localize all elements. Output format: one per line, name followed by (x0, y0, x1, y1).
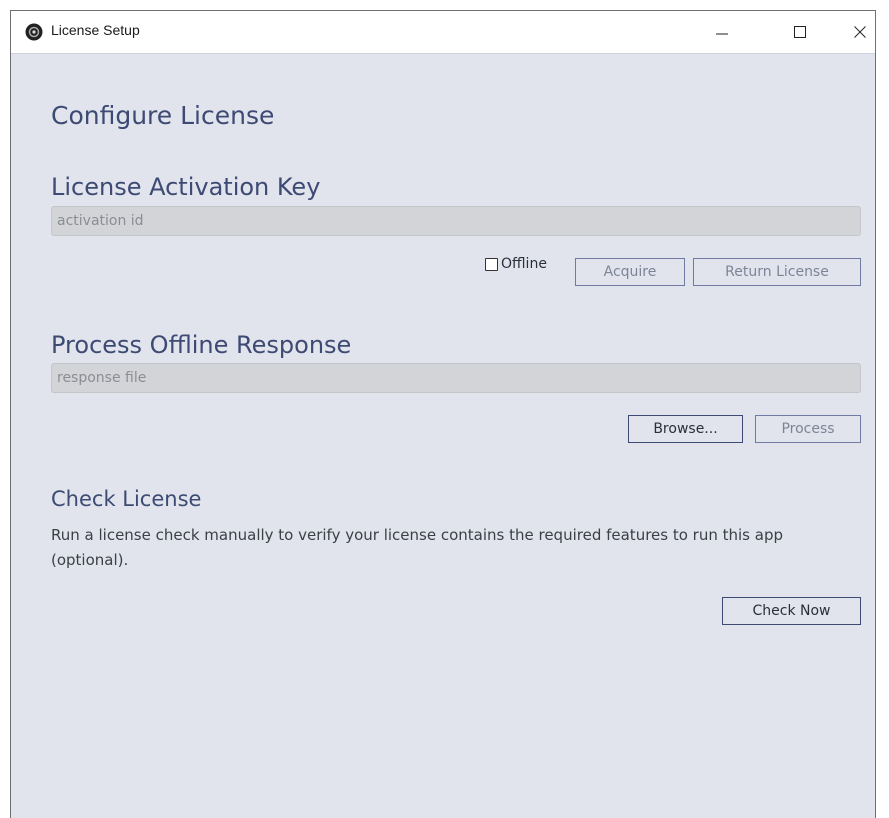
response-file-input[interactable] (51, 363, 861, 393)
check-license-heading: Check License (51, 487, 202, 511)
offline-checkbox[interactable]: Offline (485, 256, 547, 272)
offline-label: Offline (501, 256, 547, 272)
close-button[interactable] (837, 11, 883, 53)
check-license-description: Run a license check manually to verify y… (51, 526, 783, 569)
process-button[interactable]: Process (755, 415, 861, 443)
offline-response-heading: Process Offline Response (51, 331, 352, 359)
license-setup-window: License Setup Configure License License … (10, 10, 876, 818)
window-title: License Setup (51, 22, 140, 38)
maximize-icon (794, 26, 806, 38)
activation-id-input[interactable] (51, 206, 861, 236)
app-logo-icon (25, 23, 43, 41)
offline-checkbox-box[interactable] (485, 257, 498, 271)
acquire-button[interactable]: Acquire (575, 258, 685, 286)
page-title: Configure License (51, 101, 275, 130)
activation-key-heading: License Activation Key (51, 173, 321, 201)
maximize-button[interactable] (777, 11, 823, 53)
return-license-button[interactable]: Return License (693, 258, 861, 286)
minimize-icon (716, 33, 728, 35)
minimize-button[interactable] (699, 11, 745, 53)
check-now-button[interactable]: Check Now (722, 597, 861, 625)
title-bar[interactable]: License Setup (11, 11, 875, 54)
browse-button[interactable]: Browse... (628, 415, 743, 443)
close-icon (854, 26, 866, 38)
